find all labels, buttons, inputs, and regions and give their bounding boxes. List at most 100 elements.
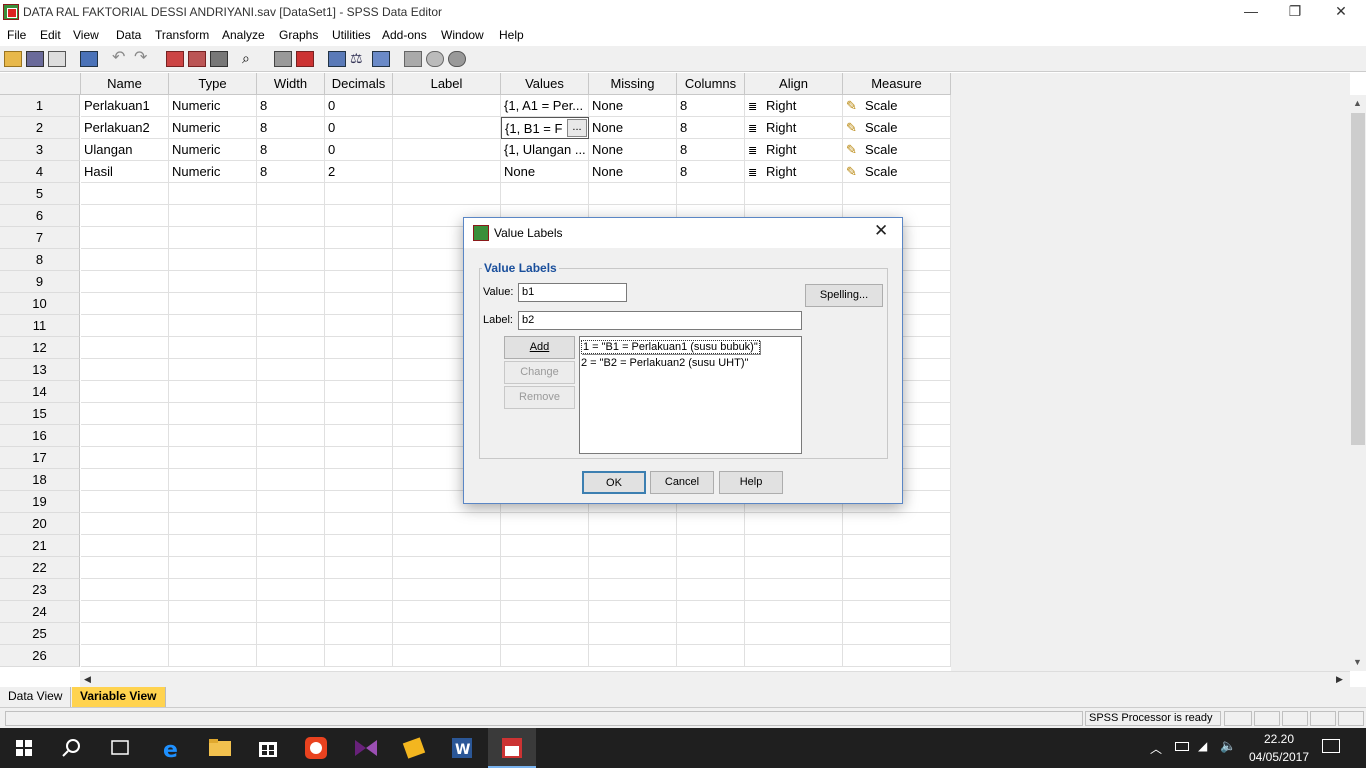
col-header-type[interactable]: Type bbox=[169, 73, 257, 95]
cell-align[interactable] bbox=[745, 579, 843, 601]
goto-case-icon[interactable] bbox=[166, 51, 184, 67]
row-header[interactable]: 4 bbox=[0, 161, 80, 183]
cell-width[interactable] bbox=[257, 337, 325, 359]
col-header-missing[interactable]: Missing bbox=[589, 73, 677, 95]
row-header[interactable]: 2 bbox=[0, 117, 80, 139]
cell-missing[interactable] bbox=[589, 601, 677, 623]
cell-decimals[interactable] bbox=[325, 359, 393, 381]
label-field[interactable]: b2 bbox=[518, 311, 802, 330]
row-header[interactable]: 3 bbox=[0, 139, 80, 161]
row-header[interactable]: 10 bbox=[0, 293, 80, 315]
cell-type[interactable] bbox=[169, 249, 257, 271]
row-header[interactable]: 13 bbox=[0, 359, 80, 381]
cell-values[interactable]: {1, B1 = F... bbox=[501, 117, 589, 139]
binoculars-icon[interactable]: ⌕ bbox=[242, 51, 260, 67]
cell-name[interactable]: Perlakuan1 bbox=[81, 95, 169, 117]
col-header-decimals[interactable]: Decimals bbox=[325, 73, 393, 95]
cell-measure[interactable] bbox=[843, 645, 951, 667]
cell-missing[interactable]: None bbox=[589, 95, 677, 117]
cell-measure[interactable]: ✎ Scale bbox=[843, 139, 951, 161]
row-header[interactable]: 12 bbox=[0, 337, 80, 359]
col-header-align[interactable]: Align bbox=[745, 73, 843, 95]
menu-file[interactable]: File bbox=[7, 28, 26, 42]
task-view-icon[interactable] bbox=[96, 728, 144, 768]
scroll-up-icon[interactable]: ▲ bbox=[1353, 98, 1362, 108]
cell-values[interactable] bbox=[501, 601, 589, 623]
dialog-close-icon[interactable]: ✕ bbox=[874, 221, 888, 241]
cell-missing[interactable] bbox=[589, 579, 677, 601]
cell-name[interactable] bbox=[81, 579, 169, 601]
cell-name[interactable] bbox=[81, 425, 169, 447]
col-header-columns[interactable]: Columns bbox=[677, 73, 745, 95]
cell-missing[interactable] bbox=[589, 645, 677, 667]
cell-measure[interactable]: ✎ Scale bbox=[843, 95, 951, 117]
cell-type[interactable] bbox=[169, 623, 257, 645]
row-header[interactable]: 24 bbox=[0, 601, 80, 623]
cell-columns[interactable] bbox=[677, 601, 745, 623]
clock-date[interactable]: 04/05/2017 bbox=[1244, 750, 1314, 764]
cell-align[interactable]: ≣ Right bbox=[745, 95, 843, 117]
tab-data-view[interactable]: Data View bbox=[0, 687, 72, 707]
notifications-icon[interactable] bbox=[1322, 739, 1340, 753]
row-header[interactable]: 15 bbox=[0, 403, 80, 425]
cell-label[interactable] bbox=[393, 579, 501, 601]
cell-type[interactable] bbox=[169, 205, 257, 227]
cell-decimals[interactable] bbox=[325, 645, 393, 667]
cell-width[interactable] bbox=[257, 535, 325, 557]
cell-decimals[interactable] bbox=[325, 623, 393, 645]
cell-columns[interactable]: 8 bbox=[677, 161, 745, 183]
cell-type[interactable] bbox=[169, 469, 257, 491]
menu-utilities[interactable]: Utilities bbox=[332, 28, 371, 42]
horizontal-scrollbar[interactable]: ◀ ▶ bbox=[80, 671, 1350, 687]
cell-type[interactable] bbox=[169, 403, 257, 425]
menu-view[interactable]: View bbox=[73, 28, 99, 42]
col-header-width[interactable]: Width bbox=[257, 73, 325, 95]
cell-decimals[interactable] bbox=[325, 513, 393, 535]
weight-cases-icon[interactable]: ⚖ bbox=[350, 51, 368, 67]
cell-name[interactable] bbox=[81, 227, 169, 249]
cell-columns[interactable]: 8 bbox=[677, 117, 745, 139]
cell-decimals[interactable] bbox=[325, 381, 393, 403]
cell-decimals[interactable] bbox=[325, 469, 393, 491]
cell-type[interactable] bbox=[169, 491, 257, 513]
row-header[interactable]: 20 bbox=[0, 513, 80, 535]
cell-decimals[interactable] bbox=[325, 447, 393, 469]
cell-name[interactable] bbox=[81, 601, 169, 623]
menu-transform[interactable]: Transform bbox=[155, 28, 209, 42]
cell-name[interactable] bbox=[81, 359, 169, 381]
cell-width[interactable] bbox=[257, 645, 325, 667]
cell-width[interactable] bbox=[257, 491, 325, 513]
remove-button[interactable]: Remove bbox=[504, 386, 575, 409]
cell-decimals[interactable] bbox=[325, 491, 393, 513]
cell-measure[interactable] bbox=[843, 601, 951, 623]
col-header-label[interactable]: Label bbox=[393, 73, 501, 95]
cell-label[interactable] bbox=[393, 513, 501, 535]
cell-label[interactable] bbox=[393, 117, 501, 139]
row-header[interactable]: 21 bbox=[0, 535, 80, 557]
menu-data[interactable]: Data bbox=[116, 28, 141, 42]
spss-taskbar-icon[interactable] bbox=[488, 728, 536, 768]
pencil-app-icon[interactable] bbox=[390, 728, 438, 768]
cell-width[interactable] bbox=[257, 425, 325, 447]
cell-width[interactable]: 8 bbox=[257, 117, 325, 139]
cell-decimals[interactable] bbox=[325, 227, 393, 249]
cell-type[interactable]: Numeric bbox=[169, 117, 257, 139]
cell-missing[interactable] bbox=[589, 557, 677, 579]
recorder-app-icon[interactable] bbox=[292, 728, 340, 768]
cell-label[interactable] bbox=[393, 95, 501, 117]
cell-measure[interactable] bbox=[843, 579, 951, 601]
cell-missing[interactable] bbox=[589, 535, 677, 557]
cell-type[interactable] bbox=[169, 359, 257, 381]
cell-label[interactable] bbox=[393, 161, 501, 183]
cell-width[interactable] bbox=[257, 513, 325, 535]
cell-name[interactable] bbox=[81, 293, 169, 315]
row-header[interactable]: 14 bbox=[0, 381, 80, 403]
undo-icon[interactable]: ↶ bbox=[112, 50, 130, 67]
search-icon[interactable] bbox=[48, 728, 96, 768]
menu-edit[interactable]: Edit bbox=[40, 28, 61, 42]
cell-type[interactable] bbox=[169, 227, 257, 249]
cell-name[interactable]: Ulangan bbox=[81, 139, 169, 161]
value-labels-list[interactable]: 1 = "B1 = Perlakuan1 (susu bubuk)" 2 = "… bbox=[579, 336, 802, 454]
cell-values[interactable] bbox=[501, 645, 589, 667]
cell-values[interactable]: {1, Ulangan ... bbox=[501, 139, 589, 161]
